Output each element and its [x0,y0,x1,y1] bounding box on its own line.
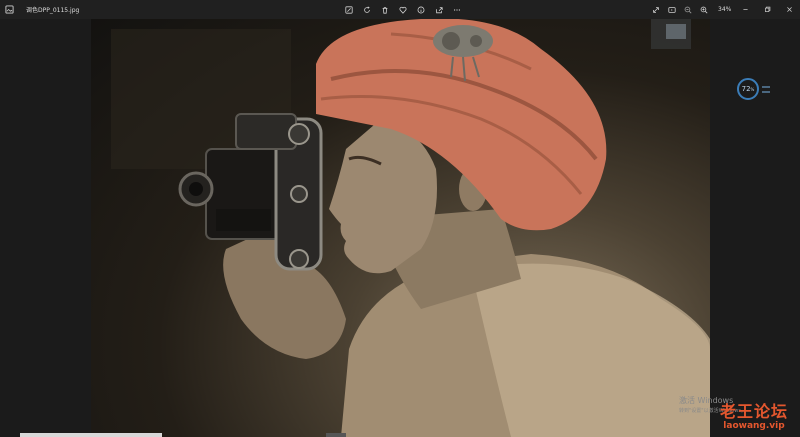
performance-unit: % [750,86,755,92]
performance-widget[interactable]: 72% [737,77,777,101]
more-icon[interactable] [451,3,463,17]
rotate-icon[interactable] [361,3,373,17]
photos-app-icon [0,0,18,19]
performance-bar [762,90,770,93]
site-watermark: 老王论坛 laowang.vip [720,398,788,431]
performance-bar [762,85,770,88]
zoom-in-icon[interactable] [698,3,710,17]
zoom-level[interactable]: 34% [718,6,731,13]
watermark-url: laowang.vip [723,421,785,431]
favorite-icon[interactable] [397,3,409,17]
image-viewer [0,19,800,437]
window-controls [734,0,800,19]
view-tools: 34% [650,0,731,19]
performance-bars [762,85,770,93]
photo-canvas[interactable] [91,19,710,437]
filmstrip-bar[interactable] [20,433,162,437]
photo-illustration [111,19,710,437]
info-icon[interactable] [415,3,427,17]
performance-ring: 72% [737,78,759,100]
restore-icon[interactable] [756,0,778,19]
watermark-title: 老王论坛 [720,402,789,421]
share-icon[interactable] [433,3,445,17]
close-icon[interactable] [778,0,800,19]
minimize-icon[interactable] [734,0,756,19]
fullscreen-icon[interactable] [650,3,662,17]
slideshow-icon[interactable] [666,3,678,17]
performance-value: 72 [741,85,751,93]
zoom-out-icon[interactable] [682,3,694,17]
delete-icon[interactable] [379,3,391,17]
file-name: 调色DPP_0115.jpg [26,7,80,14]
edit-icon[interactable] [343,3,355,17]
filmstrip-thumb[interactable] [326,433,346,437]
image-toolbar [343,0,463,19]
